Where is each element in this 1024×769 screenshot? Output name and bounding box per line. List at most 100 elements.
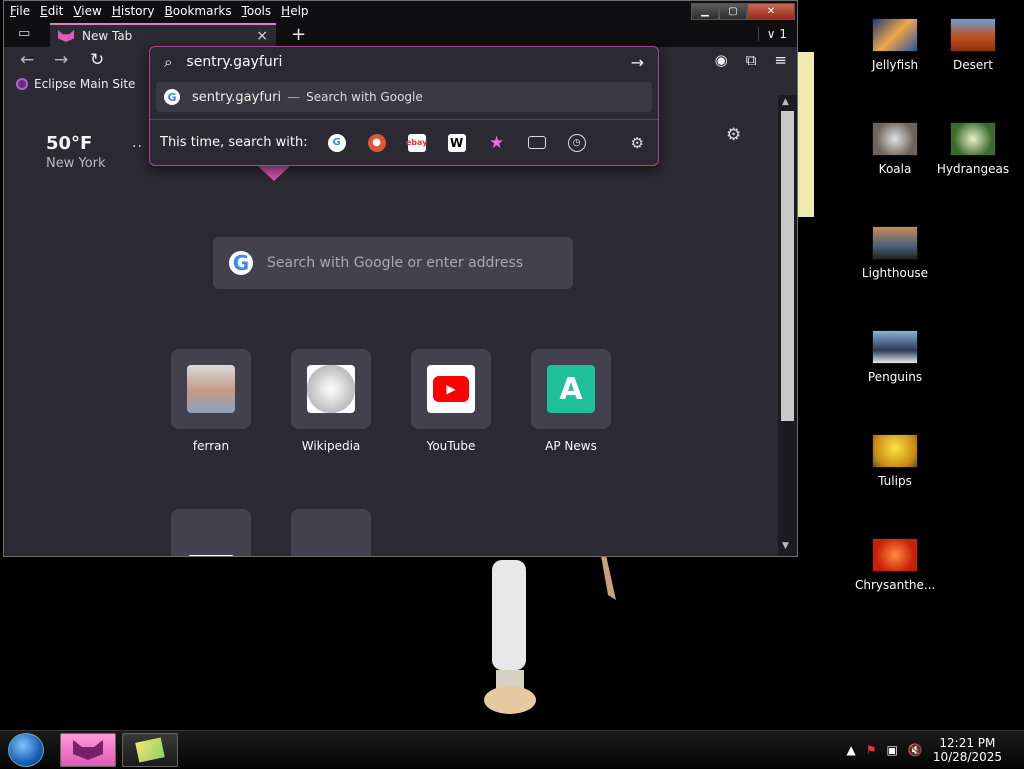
desktop-icon-hydrangeas[interactable]: Hydrangeas [933, 122, 1013, 176]
browser-logo-icon [73, 740, 103, 760]
search-suggestion[interactable]: G sentry.gayfuri — Search with Google [156, 82, 652, 112]
weather-more-icon[interactable]: ·· [132, 139, 143, 155]
tab-strip: ▭ New Tab × + ∨ 1 [4, 23, 797, 47]
desktop-icon-lighthouse[interactable]: Lighthouse [855, 226, 935, 280]
menu-tools[interactable]: Tools [242, 4, 272, 18]
menu-bar: File Edit View History Bookmarks Tools H… [10, 4, 309, 18]
tab-list-button[interactable]: ▭ [18, 26, 36, 44]
desktop-icon-jellyfish[interactable]: Jellyfish [855, 18, 935, 72]
tab-title: New Tab [82, 29, 133, 43]
top-site-ap-news[interactable]: A AP News [531, 349, 611, 453]
tabs-icon[interactable] [527, 136, 546, 149]
list-all-tabs-button[interactable]: ∨ 1 [757, 27, 787, 41]
hamburger-menu-icon[interactable]: ≡ [774, 51, 787, 69]
tab-new-tab[interactable]: New Tab × [50, 23, 276, 47]
close-tab-icon[interactable]: × [256, 28, 268, 44]
account-icon[interactable]: ◉ [715, 51, 728, 69]
system-tray: ▲ ⚑ ▣ 🔇 12:21 PM 10/28/2025 [847, 731, 1024, 769]
scroll-thumb[interactable] [781, 111, 794, 421]
top-site-wikipedia[interactable]: Wikipedia [291, 349, 371, 453]
maximize-icon: ▢ [728, 6, 738, 17]
scroll-up-icon[interactable]: ▲ [782, 97, 789, 107]
forward-arrow-icon[interactable]: → [54, 50, 68, 70]
address-bar[interactable]: ⌕ sentry.gayfuri → [150, 47, 658, 77]
duckduckgo-icon[interactable]: ● [367, 133, 386, 152]
desktop-icon-penguins[interactable]: Penguins [855, 330, 935, 384]
jellyfish-thumbnail-icon [872, 18, 918, 52]
menu-edit[interactable]: Edit [40, 4, 63, 18]
minimize-button[interactable]: ▁ [691, 3, 719, 20]
address-bar-value[interactable]: sentry.gayfuri [186, 54, 282, 70]
menu-history[interactable]: History [112, 4, 155, 18]
tab-list-icon: ▭ [18, 26, 31, 41]
lighthouse-thumbnail-icon [872, 226, 918, 260]
search-settings-gear-icon[interactable]: ⚙ [631, 134, 644, 152]
newtab-search-placeholder: Search with Google or enter address [267, 255, 524, 271]
chevron-down-icon: ∨ [766, 27, 776, 41]
menu-view[interactable]: View [73, 4, 101, 18]
desktop-icon-label: Desert [953, 58, 993, 72]
top-site-ferran[interactable]: ferran [171, 349, 251, 453]
desert-thumbnail-icon [950, 18, 996, 52]
reload-icon[interactable]: ↻ [90, 50, 104, 70]
system-clock[interactable]: 12:21 PM 10/28/2025 [933, 736, 1002, 764]
desktop-icon-label: Jellyfish [871, 58, 919, 72]
minimize-icon: ▁ [701, 6, 709, 17]
clock-date: 10/28/2025 [932, 750, 1002, 764]
new-tab-button[interactable]: + [291, 24, 306, 45]
network-icon[interactable]: ▣ [887, 743, 898, 757]
add-shortcut-tile[interactable]: + [291, 509, 371, 556]
ebay-icon[interactable]: ebay [406, 133, 427, 152]
menu-bookmarks[interactable]: Bookmarks [165, 4, 232, 18]
taskbar-browser-button[interactable] [60, 733, 116, 767]
ferran-avatar-icon [187, 365, 235, 413]
page-scrollbar[interactable]: ▲ ▼ [778, 95, 797, 556]
top-site-label: YouTube [426, 439, 476, 453]
menu-help[interactable]: Help [281, 4, 308, 18]
history-clock-icon[interactable]: ◷ [567, 133, 586, 152]
bookmark-eclipse-main-site[interactable]: Eclipse Main Site [16, 77, 135, 91]
desktop-icon-desert[interactable]: Desert [933, 18, 1013, 72]
top-site-box [291, 349, 371, 429]
volume-muted-icon[interactable]: 🔇 [908, 743, 923, 757]
action-center-icon[interactable]: ⚑ [866, 743, 877, 757]
urlbar-dropdown: ⌕ sentry.gayfuri → G sentry.gayfuri — Se… [149, 46, 659, 166]
wikipedia-icon[interactable]: W [447, 133, 466, 152]
desktop-icon-label: Tulips [878, 474, 912, 488]
extensions-icon[interactable]: ⧉ [746, 51, 757, 69]
maximize-button[interactable]: ▢ [719, 3, 747, 20]
desktop-icon-label: Hydrangeas [936, 162, 1010, 176]
desktop-icon-koala[interactable]: Koala [855, 122, 935, 176]
koala-thumbnail-icon [872, 122, 918, 156]
hydrangeas-thumbnail-icon [950, 122, 996, 156]
close-window-button[interactable]: ✕ [747, 3, 795, 20]
google-icon[interactable]: G [327, 133, 346, 152]
newtab-search-box[interactable]: G Search with Google or enter address [213, 237, 573, 289]
newtab-settings-gear-icon[interactable]: ⚙ [726, 125, 741, 145]
search-icon: ⌕ [164, 53, 173, 71]
desktop-icon-label: Koala [878, 162, 912, 176]
desktop-icon-tulips[interactable]: Tulips [855, 434, 935, 488]
start-button[interactable] [8, 733, 44, 767]
close-icon: ✕ [766, 6, 776, 17]
sticky-notes-icon [135, 737, 165, 763]
youtube-play-icon: ▶ [427, 365, 475, 413]
desktop-icon-chrysanthemum[interactable]: Chrysanthe... [855, 538, 935, 592]
taskbar-notes-button[interactable] [122, 733, 178, 767]
window-controls: ▁ ▢ ✕ [691, 3, 795, 20]
tab-count: 1 [779, 27, 787, 41]
scroll-down-icon[interactable]: ▼ [782, 541, 789, 551]
chrysanthemum-thumbnail-icon [872, 538, 918, 572]
top-site-box: A [531, 349, 611, 429]
top-site-youtube[interactable]: ▶ YouTube [411, 349, 491, 453]
go-arrow-icon[interactable]: → [631, 53, 644, 72]
back-arrow-icon[interactable]: ← [20, 50, 34, 70]
bookmarks-star-icon[interactable]: ★ [488, 133, 506, 153]
show-hidden-icons-icon[interactable]: ▲ [847, 743, 856, 757]
menu-file[interactable]: File [10, 4, 30, 18]
top-site-reddit[interactable] [171, 509, 251, 556]
plus-icon: + [291, 24, 307, 45]
google-icon: G [164, 89, 180, 105]
eclipse-favicon-icon [16, 78, 28, 90]
one-off-search-bar: This time, search with: G ● ebay W ★ ◷ ⚙ [150, 119, 658, 165]
